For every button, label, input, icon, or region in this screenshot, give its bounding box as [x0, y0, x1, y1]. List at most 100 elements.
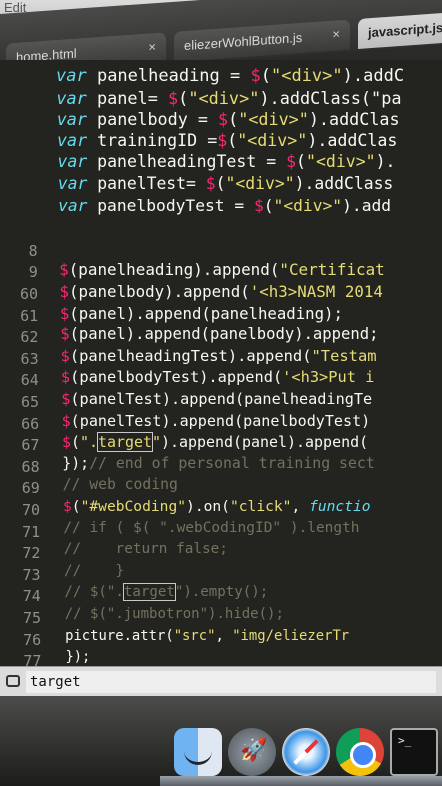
code-token: panelbodyTest = [97, 195, 254, 215]
code-token: ).add [342, 195, 392, 215]
code-token: '<h3>NASM 2014 [249, 282, 383, 301]
line-number: 68 [21, 457, 40, 476]
code-token: ).addC [342, 66, 405, 86]
code-line[interactable]: $("#webCoding").on("click", functio [63, 498, 371, 515]
code-line[interactable]: var panelbodyTest = $("<div>").add [58, 196, 391, 215]
line-number: 67 [21, 436, 40, 455]
line-number: 71 [22, 522, 41, 541]
code-token: }); [62, 454, 90, 472]
code-token: ( [227, 130, 238, 150]
code-token: ( [70, 433, 80, 452]
code-line[interactable]: // web coding [63, 476, 178, 493]
code-token: // } [64, 562, 125, 579]
dock [160, 776, 442, 786]
code-token: (panelbodyTest).append( [70, 368, 283, 387]
code-line[interactable]: });// end of personal training sect [62, 455, 374, 472]
code-line[interactable]: picture.attr("src", "img/eliezerTr [65, 628, 349, 644]
code-line[interactable]: $(panelbodyTest).append('<h3>Put i [61, 368, 374, 386]
code-line[interactable]: $(panelheading).append("Certificat [59, 260, 385, 279]
code-token: panelheading = [96, 66, 251, 86]
tab-eliezerwohlbutton-js[interactable]: eliezerWohlButton.js × [174, 19, 350, 62]
code-line[interactable]: $(panelheadingTest).append("Testam [61, 347, 377, 365]
code-line[interactable]: // $(".jumbotron").hide(); [65, 606, 284, 622]
launchpad-icon[interactable] [228, 728, 276, 776]
line-number: 72 [22, 544, 41, 563]
code-token: $ [60, 325, 70, 344]
code-token: ).addClass [294, 174, 394, 193]
line-number: 74 [22, 587, 41, 606]
code-token: (panel).append(panelbody).append; [69, 325, 379, 344]
line-number: 64 [20, 371, 39, 390]
code-token: var [58, 195, 98, 215]
code-line[interactable]: var panelheading = $("<div>").addC [56, 66, 404, 86]
close-icon[interactable]: × [332, 26, 340, 42]
code-token: "click" [229, 498, 292, 515]
code-token: (panelTest).append(panelheadingTe [70, 390, 373, 408]
terminal-glyph: >_ [398, 734, 412, 747]
code-line[interactable]: var panelTest= $("<div>").addClass [58, 174, 394, 193]
search-match: target [96, 432, 154, 453]
code-token: }); [65, 649, 91, 666]
code-token: ( [296, 152, 306, 172]
tab-javascript-js[interactable]: javascript.js [358, 12, 442, 49]
code-token: $ [60, 346, 70, 365]
code-token: "<div>" [273, 195, 343, 215]
finder-icon[interactable] [174, 728, 222, 776]
line-number: 76 [23, 630, 42, 649]
code-token: // if ( $( ".webCodingID" ).length [63, 519, 360, 536]
code-line[interactable]: $(".target").append(panel).append( [62, 432, 368, 453]
code-token: "<div>" [238, 109, 309, 130]
code-token: var [57, 130, 98, 150]
code-token: ").empty(); [174, 584, 269, 601]
find-input[interactable] [26, 671, 436, 693]
code-token: "#webCoding" [80, 498, 187, 515]
chrome-icon[interactable] [336, 728, 384, 776]
close-icon[interactable]: × [148, 39, 156, 55]
code-token: panelbody = [97, 109, 219, 130]
find-options-icon[interactable] [6, 675, 20, 687]
code-token: ( [228, 109, 239, 130]
code-token: $ [286, 152, 297, 172]
code-token: panelTest= [97, 174, 206, 193]
code-line[interactable]: $(panelTest).append(panelheadingTe [61, 390, 372, 408]
code-editor[interactable]: 8 9 60 61 62 63 64 65 66 67 68 69 70 71 72 73 74 75 76 77 v… [0, 60, 442, 668]
code-token: panel= [96, 87, 169, 108]
code-token: ( [215, 174, 226, 193]
safari-icon[interactable] [282, 728, 330, 776]
code-token: var [56, 66, 97, 86]
code-token: var [57, 152, 98, 172]
line-number: 73 [22, 565, 41, 584]
line-number: 63 [20, 349, 39, 368]
code-line[interactable]: // return false; [64, 541, 228, 557]
code-line[interactable]: // if ( $( ".webCodingID" ).length [63, 520, 359, 536]
code-line[interactable]: $(panelTest).append(panelbodyTest) [62, 412, 371, 430]
code-token: (panel).append(panelheading); [69, 303, 343, 323]
code-line[interactable]: var trainingID =$("<div>").addClas [57, 131, 397, 150]
line-number: 62 [20, 328, 39, 347]
code-line[interactable]: }); [65, 649, 90, 665]
code-line[interactable]: $(panel).append(panelheading); [60, 304, 343, 323]
code-token: , [291, 498, 310, 515]
code-line[interactable]: // $(".target").empty(); [64, 583, 269, 602]
terminal-icon[interactable]: >_ [390, 728, 438, 776]
code-line[interactable]: $(panelbody).append('<h3>NASM 2014 [60, 282, 383, 301]
code-token: ( [260, 66, 271, 86]
code-line[interactable]: var panelheadingTest = $("<div>"). [57, 152, 395, 171]
code-token: '<h3>Put i [282, 368, 375, 387]
code-token: (panelheading).append( [68, 260, 280, 280]
code-token: $ [59, 260, 69, 280]
code-line[interactable]: // } [64, 563, 124, 579]
code-token: ).addClass("pa [259, 87, 402, 108]
code-line[interactable]: $(panel).append(panelbody).append; [60, 325, 378, 343]
code-token: ).addClas [307, 130, 398, 150]
find-bar [0, 666, 442, 696]
code-line[interactable]: var panelbody = $("<div>").addClas [57, 109, 400, 129]
code-line[interactable]: var panel= $("<div>").addClass("pa [56, 88, 401, 108]
tab-label: javascript.js [368, 20, 442, 41]
code-token: $ [59, 282, 70, 301]
code-token: picture.attr( [65, 627, 174, 644]
code-token: , [215, 627, 233, 644]
code-token: functio [309, 498, 371, 515]
search-match: target [122, 583, 176, 602]
code-token: $ [63, 498, 72, 515]
